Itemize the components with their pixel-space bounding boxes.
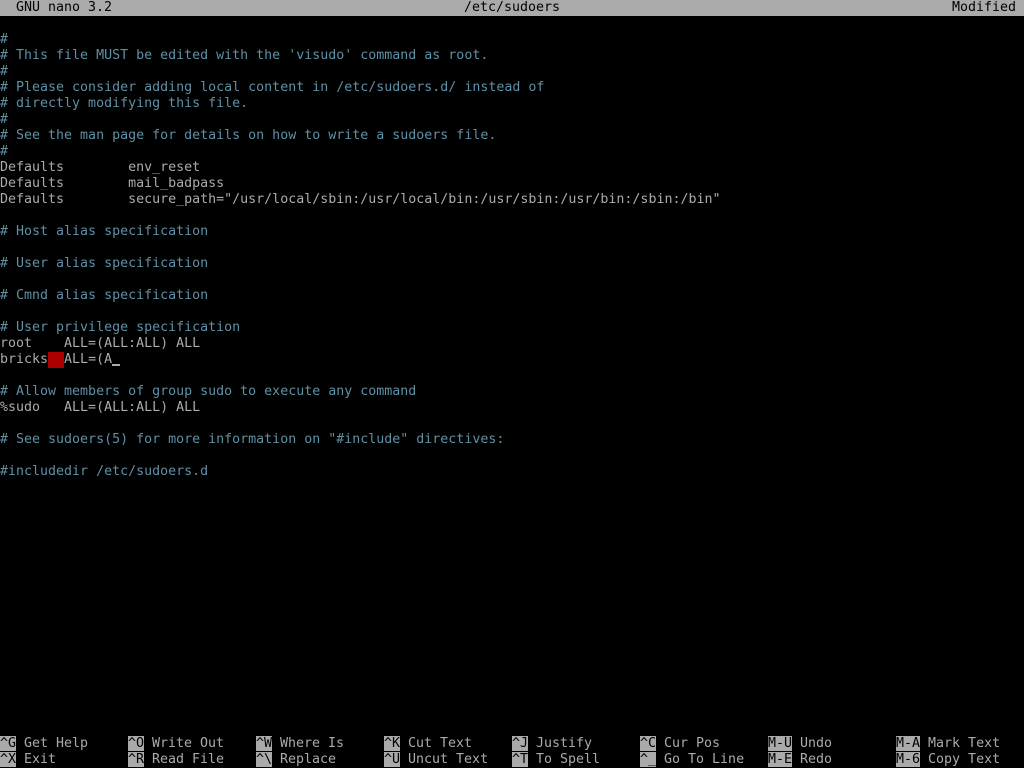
shortcut-label: Cur Pos: [664, 736, 721, 751]
shortcut-copy-text[interactable]: M-6 Copy Text: [896, 752, 1000, 768]
shortcut-label: Cut Text: [408, 736, 473, 751]
editor-line[interactable]: #: [0, 112, 1024, 128]
editor-line[interactable]: #: [0, 144, 1024, 160]
active-line-rest: ALL=(A: [64, 352, 113, 367]
editor-line[interactable]: #: [0, 32, 1024, 48]
editor-line[interactable]: #: [0, 64, 1024, 80]
shortcut-key: ^T: [512, 752, 529, 767]
text-cursor: [112, 352, 121, 368]
editor-line[interactable]: [0, 304, 1024, 320]
editor-line[interactable]: # See sudoers(5) for more information on…: [0, 432, 1024, 448]
editor-line[interactable]: [0, 368, 1024, 384]
shortcut-key: ^W: [256, 736, 273, 751]
shortcut-label: Write Out: [152, 736, 225, 751]
shortcut-label: Where Is: [280, 736, 345, 751]
editor-line[interactable]: [0, 416, 1024, 432]
editor-line[interactable]: [0, 448, 1024, 464]
shortcut-label: To Spell: [536, 752, 601, 767]
shortcut-replace[interactable]: ^\ Replace: [256, 752, 336, 768]
shortcut-label: Uncut Text: [408, 752, 489, 767]
editor-line[interactable]: # directly modifying this file.: [0, 96, 1024, 112]
shortcut-key: M-6: [896, 752, 921, 767]
shortcut-write-out[interactable]: ^O Write Out: [128, 736, 224, 752]
shortcut-label: Go To Line: [664, 752, 745, 767]
editor-line[interactable]: Defaults env_reset: [0, 160, 1024, 176]
shortcut-key: M-U: [768, 736, 793, 751]
editor-area[interactable]: # # This file MUST be edited with the 'v…: [0, 32, 1024, 480]
editor-line-active[interactable]: bricks ALL=(A: [0, 352, 1024, 368]
file-name: /etc/sudoers: [463, 0, 561, 15]
editor-line[interactable]: #includedir /etc/sudoers.d: [0, 464, 1024, 480]
shortcut-label: Justify: [536, 736, 593, 751]
shortcut-label: Get Help: [24, 736, 89, 751]
editor-line[interactable]: # Allow members of group sudo to execute…: [0, 384, 1024, 400]
editor-line[interactable]: Defaults mail_badpass: [0, 176, 1024, 192]
shortcut-label: Replace: [280, 752, 337, 767]
editor-line[interactable]: # Cmnd alias specification: [0, 288, 1024, 304]
shortcut-key: ^J: [512, 736, 529, 751]
shortcut-key: ^U: [384, 752, 401, 767]
shortcut-label: Mark Text: [928, 736, 1001, 751]
shortcut-undo[interactable]: M-U Undo: [768, 736, 832, 752]
editor-line[interactable]: # See the man page for details on how to…: [0, 128, 1024, 144]
active-line-user: bricks: [0, 352, 49, 367]
shortcut-cur-pos[interactable]: ^C Cur Pos: [640, 736, 720, 752]
editor-line[interactable]: # User alias specification: [0, 256, 1024, 272]
shortcut-label: Exit: [24, 752, 57, 767]
shortcut-key: ^K: [384, 736, 401, 751]
shortcut-key: ^_: [640, 752, 657, 767]
editor-line[interactable]: root ALL=(ALL:ALL) ALL: [0, 336, 1024, 352]
editor-line[interactable]: # User privilege specification: [0, 320, 1024, 336]
shortcut-key: ^X: [0, 752, 17, 767]
shortcut-label: Undo: [800, 736, 833, 751]
shortcut-go-to-line[interactable]: ^_ Go To Line: [640, 752, 744, 768]
editor-line[interactable]: # Please consider adding local content i…: [0, 80, 1024, 96]
shortcut-label: Copy Text: [928, 752, 1001, 767]
editor-line[interactable]: [0, 272, 1024, 288]
whitespace-error-marker: [48, 352, 65, 368]
editor-line[interactable]: %sudo ALL=(ALL:ALL) ALL: [0, 400, 1024, 416]
shortcut-cut-text[interactable]: ^K Cut Text: [384, 736, 472, 752]
modified-status: Modified: [951, 0, 1016, 15]
shortcut-uncut-text[interactable]: ^U Uncut Text: [384, 752, 488, 768]
editor-line[interactable]: # Host alias specification: [0, 224, 1024, 240]
shortcut-mark-text[interactable]: M-A Mark Text: [896, 736, 1000, 752]
shortcut-get-help[interactable]: ^G Get Help: [0, 736, 88, 752]
shortcut-key: M-E: [768, 752, 793, 767]
shortcut-exit[interactable]: ^X Exit: [0, 752, 56, 768]
shortcut-where-is[interactable]: ^W Where Is: [256, 736, 344, 752]
shortcut-label: Redo: [800, 752, 833, 767]
shortcut-to-spell[interactable]: ^T To Spell: [512, 752, 600, 768]
app-name: GNU nano 3.2: [16, 0, 113, 15]
shortcut-key: ^G: [0, 736, 17, 751]
shortcut-justify[interactable]: ^J Justify: [512, 736, 592, 752]
editor-line[interactable]: [0, 240, 1024, 256]
shortcut-key: ^C: [640, 736, 657, 751]
shortcut-key: M-A: [896, 736, 921, 751]
shortcut-key: ^O: [128, 736, 145, 751]
shortcut-key: ^\: [256, 752, 273, 767]
editor-line[interactable]: [0, 208, 1024, 224]
editor-line[interactable]: Defaults secure_path="/usr/local/sbin:/u…: [0, 192, 1024, 208]
title-bar: /etc/sudoers GNU nano 3.2 Modified: [0, 0, 1024, 16]
shortcut-redo[interactable]: M-E Redo: [768, 752, 832, 768]
shortcut-key: ^R: [128, 752, 145, 767]
shortcut-read-file[interactable]: ^R Read File: [128, 752, 224, 768]
shortcut-label: Read File: [152, 752, 225, 767]
shortcut-bar: ^G Get Help ^X Exit ^O Write Out ^R Read Fil…: [0, 736, 1024, 768]
editor-line[interactable]: # This file MUST be edited with the 'vis…: [0, 48, 1024, 64]
